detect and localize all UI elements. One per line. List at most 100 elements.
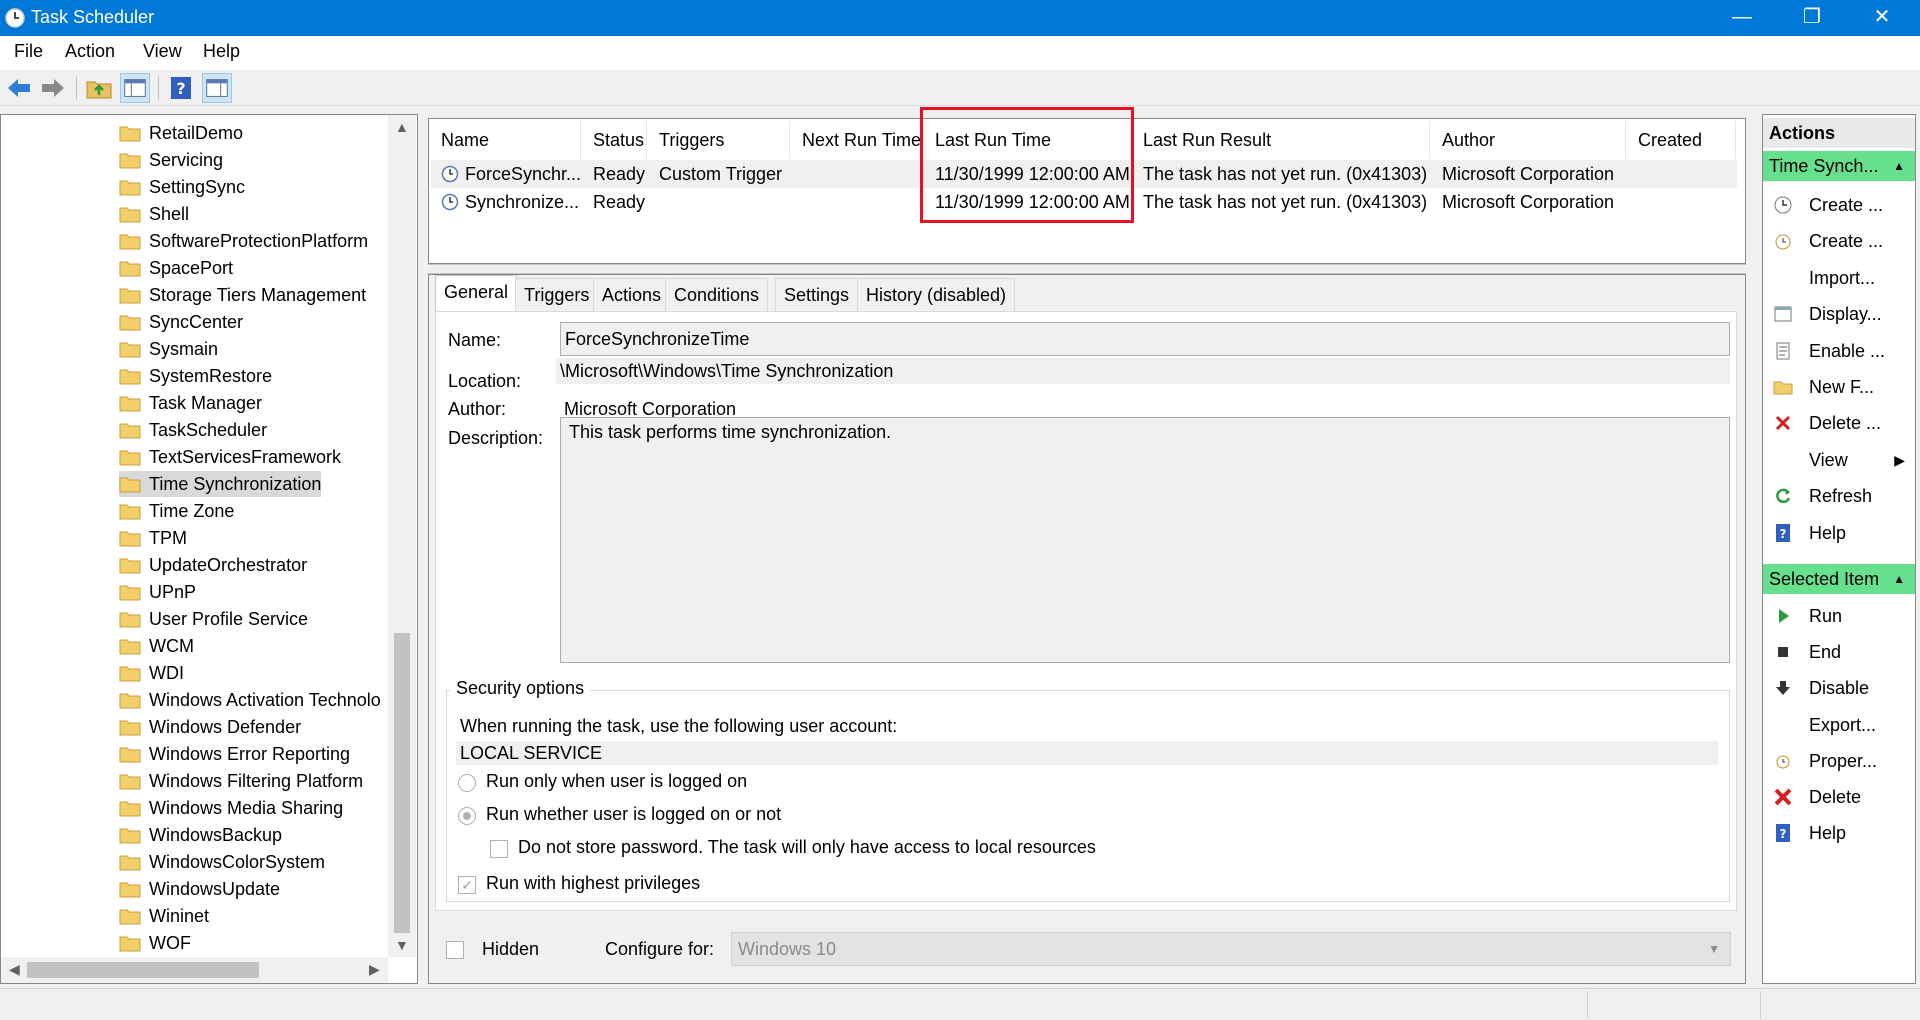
action-item[interactable]: ? Help <box>1763 817 1915 849</box>
tree-item[interactable]: SystemRestore <box>119 363 272 389</box>
column-header-created[interactable]: Created <box>1626 121 1736 159</box>
tree-item[interactable]: Servicing <box>119 147 223 173</box>
tree-item[interactable]: WOF <box>119 930 191 956</box>
action-item[interactable]: Display... <box>1763 298 1915 330</box>
action-item[interactable]: Create ... <box>1763 189 1915 221</box>
do-not-store-password-checkbox[interactable] <box>490 840 508 858</box>
action-item[interactable]: Delete ... <box>1763 407 1915 439</box>
action-item[interactable]: View ▶ <box>1763 444 1915 476</box>
help-icon[interactable]: ? <box>166 73 196 103</box>
hidden-checkbox[interactable] <box>446 941 464 959</box>
action-item[interactable]: Proper... <box>1763 745 1915 777</box>
tree-item[interactable]: SettingSync <box>119 174 245 200</box>
actions-group-selected-item[interactable]: Selected Item ▲ <box>1763 564 1915 594</box>
folder-up-icon[interactable] <box>84 73 114 103</box>
tree-item[interactable]: Windows Error Reporting <box>119 741 350 767</box>
hidden-label[interactable]: Hidden <box>482 939 539 960</box>
tab-history[interactable]: History (disabled) <box>857 278 1016 312</box>
configure-for-select[interactable]: Windows 10 ▼ <box>731 932 1731 966</box>
column-header-last-run-result[interactable]: Last Run Result <box>1131 121 1430 159</box>
tree-item[interactable]: Windows Defender <box>119 714 301 740</box>
show-hide-console-tree-icon[interactable] <box>120 73 150 103</box>
collapse-caret-icon[interactable]: ▲ <box>1893 151 1905 181</box>
tree-item[interactable]: Wininet <box>119 903 209 929</box>
action-item[interactable]: Disable <box>1763 672 1915 704</box>
tree-item[interactable]: RetailDemo <box>119 120 243 146</box>
action-item[interactable]: Import... <box>1763 262 1915 294</box>
tree-item[interactable]: WindowsBackup <box>119 822 282 848</box>
tree-item[interactable]: User Profile Service <box>119 606 308 632</box>
action-item[interactable]: Delete <box>1763 781 1915 813</box>
tree-item[interactable]: Windows Filtering Platform <box>119 768 363 794</box>
menu-action[interactable]: Action <box>65 41 115 62</box>
action-item[interactable]: Create ... <box>1763 225 1915 257</box>
highest-privileges-checkbox[interactable]: ✓ <box>458 876 476 894</box>
column-header-triggers[interactable]: Triggers <box>647 121 790 159</box>
action-item[interactable]: ? Help <box>1763 517 1915 549</box>
tree-item[interactable]: TaskScheduler <box>119 417 267 443</box>
forward-arrow-icon[interactable] <box>38 73 68 103</box>
action-item[interactable]: Run <box>1763 600 1915 632</box>
menu-help[interactable]: Help <box>203 41 240 62</box>
tree-item[interactable]: WCM <box>119 633 194 659</box>
column-header-status[interactable]: Status <box>581 121 647 159</box>
menu-view[interactable]: View <box>143 41 182 62</box>
action-item[interactable]: Enable ... <box>1763 335 1915 367</box>
description-field[interactable]: This task performs time synchronization. <box>560 417 1730 663</box>
tree-item[interactable]: WindowsColorSystem <box>119 849 325 875</box>
maximize-button[interactable]: ❐ <box>1777 0 1847 36</box>
action-item[interactable]: End <box>1763 636 1915 668</box>
close-button[interactable]: ✕ <box>1847 0 1917 36</box>
tree-item[interactable]: Windows Activation Technolo <box>119 687 381 713</box>
tree-item[interactable]: Shell <box>119 201 189 227</box>
tree-item[interactable]: UpdateOrchestrator <box>119 552 307 578</box>
radio-logged-on[interactable] <box>458 774 476 792</box>
radio-whether-logged-on[interactable] <box>458 807 476 825</box>
highest-privileges-label[interactable]: Run with highest privileges <box>486 873 700 894</box>
action-item[interactable]: Refresh <box>1763 480 1915 512</box>
tree-item[interactable]: Time Zone <box>119 498 234 524</box>
tab-actions[interactable]: Actions <box>593 278 671 312</box>
tree-item[interactable]: Windows Media Sharing <box>119 795 343 821</box>
minimize-button[interactable]: — <box>1707 0 1777 36</box>
tree-item[interactable]: TextServicesFramework <box>119 444 341 470</box>
tree-item[interactable]: Storage Tiers Management <box>119 282 366 308</box>
back-arrow-icon[interactable] <box>4 73 34 103</box>
column-header-next-run-time[interactable]: Next Run Time <box>790 121 923 159</box>
scroll-thumb[interactable] <box>394 633 410 933</box>
scroll-up-arrow-icon[interactable]: ▲ <box>395 119 409 135</box>
tab-conditions[interactable]: Conditions <box>665 278 769 312</box>
tree-item[interactable]: SyncCenter <box>119 309 243 335</box>
radio-logged-on-label[interactable]: Run only when user is logged on <box>486 771 747 792</box>
column-header-name[interactable]: Name <box>429 121 581 159</box>
action-item[interactable]: New F... <box>1763 371 1915 403</box>
menu-file[interactable]: File <box>14 41 43 62</box>
radio-whether-logged-on-label[interactable]: Run whether user is logged on or not <box>486 804 781 825</box>
scroll-right-arrow-icon[interactable]: ▶ <box>369 961 380 978</box>
tab-general[interactable]: General <box>435 275 518 312</box>
tree-horizontal-scrollbar[interactable]: ◀ ▶ <box>1 957 388 983</box>
tree-vertical-scrollbar[interactable]: ▲ ▼ <box>388 115 416 957</box>
tree-item[interactable]: Sysmain <box>119 336 218 362</box>
tab-triggers[interactable]: Triggers <box>515 278 599 312</box>
tree-item[interactable]: WindowsUpdate <box>119 876 280 902</box>
location-field[interactable]: \Microsoft\Windows\Time Synchronization <box>556 358 1730 384</box>
tree-item[interactable]: SpacePort <box>119 255 233 281</box>
name-field[interactable]: ForceSynchronizeTime <box>560 322 1730 356</box>
pane-splitter[interactable] <box>428 264 1746 274</box>
actions-group-time-synch[interactable]: Time Synch... ▲ <box>1763 151 1915 181</box>
scroll-down-arrow-icon[interactable]: ▼ <box>395 937 409 953</box>
tree-item[interactable]: WDI <box>119 660 184 686</box>
tree-item[interactable]: Task Manager <box>119 390 262 416</box>
column-header-author[interactable]: Author <box>1430 121 1626 159</box>
scroll-left-arrow-icon[interactable]: ◀ <box>9 961 20 978</box>
show-hide-action-pane-icon[interactable] <box>202 73 232 103</box>
tab-settings[interactable]: Settings <box>775 278 859 312</box>
tree-item[interactable]: Time Synchronization <box>119 471 322 497</box>
do-not-store-password-label[interactable]: Do not store password. The task will onl… <box>518 837 1096 858</box>
collapse-caret-icon[interactable]: ▲ <box>1893 564 1905 594</box>
scroll-thumb[interactable] <box>27 962 259 978</box>
tree-item[interactable]: TPM <box>119 525 187 551</box>
tree-item[interactable]: SoftwareProtectionPlatform <box>119 228 368 254</box>
tree-item[interactable]: UPnP <box>119 579 196 605</box>
